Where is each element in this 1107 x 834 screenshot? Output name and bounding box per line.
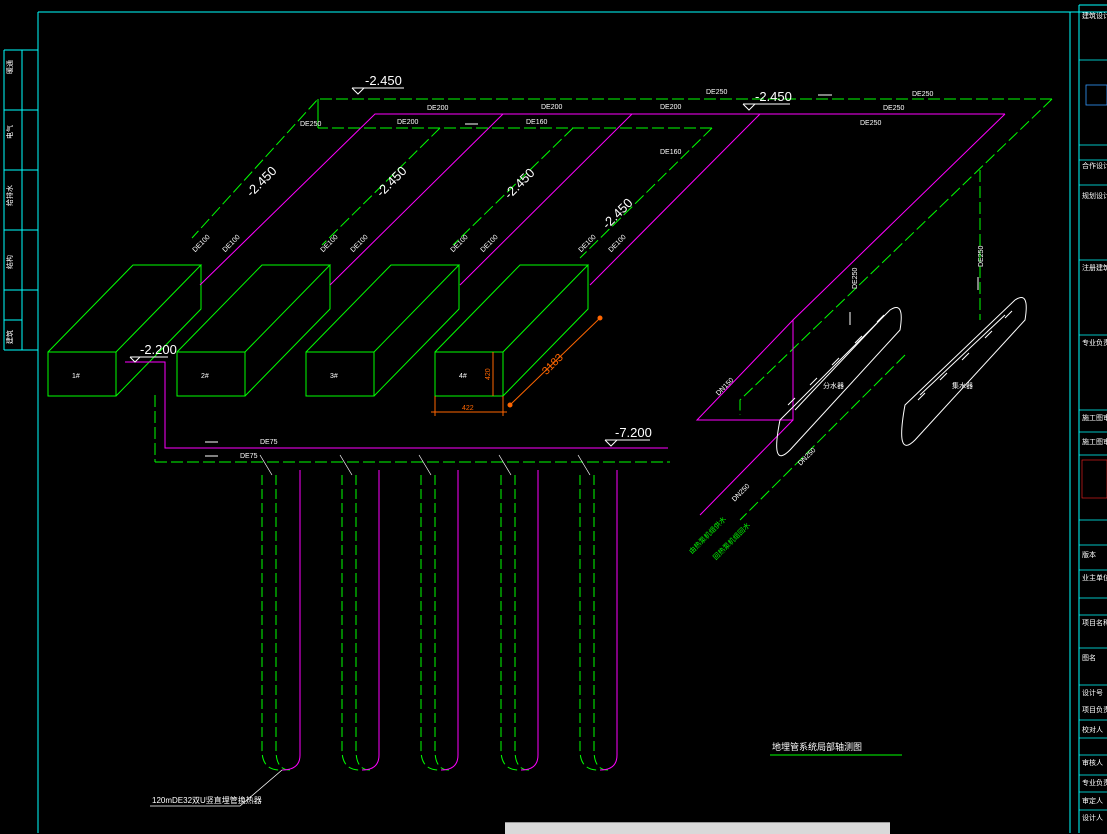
sep-left-label: 分水器 [823, 381, 844, 390]
drawing-title-text: 地埋管系统局部轴测图 [772, 741, 862, 752]
tb-field: 版本 [1082, 550, 1096, 559]
elev-bottom-header: -7.200 [615, 425, 652, 440]
tb-field: 专业负责人 [1082, 338, 1107, 347]
dim-height: 420 [485, 368, 492, 380]
pipe-label: DE100 [350, 234, 370, 254]
box-label: 4# [459, 373, 467, 380]
pipe-label: DN250 [731, 483, 751, 503]
pipe-label: DE100 [480, 234, 500, 254]
pipe-label: DE160 [526, 119, 548, 126]
pipe-label: DE75 [240, 453, 258, 460]
stamp-text: 电气 [5, 125, 14, 139]
pipe-label: DE200 [427, 105, 449, 112]
title-block [1079, 59, 1107, 811]
box-labels: 1# 2# 3# 4# [72, 373, 467, 380]
left-stamp: 暖通 电气 给排水 结构 建筑 [5, 60, 14, 344]
pipe-label: DE250 [852, 267, 859, 289]
pipe-label: DE75 [260, 439, 278, 446]
stamp-text: 给排水 [5, 185, 14, 206]
pipe-label: DE100 [192, 234, 212, 254]
pipe-label: DE250 [860, 120, 882, 127]
cad-drawing: 暖通 电气 给排水 结构 建筑 建筑设计 合作设计单位 规划设计 注册建筑师 [3, 4, 1107, 833]
manifold-drums [776, 297, 1027, 457]
bore-note-text: 120mDE32双U竖直埋管换热器 [152, 795, 262, 805]
tb-field: 规划设计 [1082, 191, 1107, 200]
pipe-label: DE200 [660, 104, 682, 111]
pipe-label: DE250 [978, 245, 985, 267]
elev-branch-4: -2.450 [599, 195, 636, 232]
pipe-label: DN150 [715, 377, 735, 397]
pipe-label: DE250 [300, 121, 322, 128]
tb-field: 项目名称 [1082, 618, 1107, 627]
stamp-text: 暖通 [5, 60, 14, 74]
tb-field: 图名 [1082, 653, 1096, 662]
stamp-text: 建筑 [5, 330, 14, 344]
pipe-label: DE250 [883, 105, 905, 112]
borehole-pipes [259, 454, 618, 771]
box-label: 2# [201, 373, 209, 380]
tb-field: 审定人 [1082, 796, 1103, 805]
title-block-text: 建筑设计 合作设计单位 规划设计 注册建筑师 专业负责人 施工图审查 施工图审查… [1082, 11, 1107, 822]
drawing-frame [3, 4, 1107, 833]
tb-field: 审核人 [1082, 758, 1103, 767]
elevation-markers [129, 87, 790, 447]
flow-arrows [205, 94, 979, 457]
pipe-label: DE200 [541, 104, 563, 111]
drawing-title: 地埋管系统局部轴测图 [770, 741, 902, 756]
tb-field: 施工图审查 [1082, 437, 1107, 446]
tb-field: 施工图审查 [1082, 413, 1107, 422]
box-3 [305, 264, 461, 397]
pipe-label: DE160 [660, 149, 682, 156]
box-4 [434, 264, 590, 397]
pipe-label: DN250 [797, 447, 817, 467]
box-1 [47, 264, 203, 397]
elev-branch-2: -2.450 [373, 163, 410, 200]
bottom-toolbar[interactable] [505, 822, 890, 834]
drum-stubs [787, 310, 1013, 406]
tb-field: 业主单位 [1082, 573, 1107, 582]
red-stamp [1081, 459, 1107, 499]
elev-main-left: -2.450 [365, 73, 402, 88]
pipe-label: DE250 [706, 89, 728, 96]
tb-field: 合作设计单位 [1082, 161, 1107, 170]
dimension-lines [431, 315, 603, 416]
pipe-label: DE100 [222, 234, 242, 254]
tb-field: 专业负责人 [1082, 778, 1107, 787]
blue-logo [1085, 84, 1107, 106]
pipe-label: DE200 [397, 119, 419, 126]
tb-field: 校对人 [1082, 725, 1103, 734]
elev-branch-1: -2.450 [243, 163, 280, 200]
box-label: 1# [72, 373, 80, 380]
elev-branch-3: -2.450 [501, 165, 538, 202]
pipe-label: DE100 [450, 234, 470, 254]
box-label: 3# [330, 373, 338, 380]
tb-field: 设计人 [1082, 813, 1103, 822]
pipe-label: DE100 [608, 234, 628, 254]
supply-piping [154, 98, 1053, 521]
elev-main-right: -2.450 [755, 89, 792, 104]
tb-field: 注册建筑师 [1082, 263, 1107, 272]
sep-right-label: 集水器 [952, 381, 973, 390]
tb-field: 建筑设计 [1082, 11, 1107, 20]
dim-width: 422 [462, 405, 474, 412]
stamp-text: 结构 [5, 255, 14, 269]
elev-box-return: -2.200 [140, 342, 177, 357]
heat-exchange-boxes [47, 264, 590, 397]
bore-note: 120mDE32双U竖直埋管换热器 [150, 769, 283, 807]
pipe-label: DE250 [912, 91, 934, 98]
tb-field: 设计号 [1082, 688, 1103, 697]
tb-field: 项目负责 [1082, 705, 1107, 714]
